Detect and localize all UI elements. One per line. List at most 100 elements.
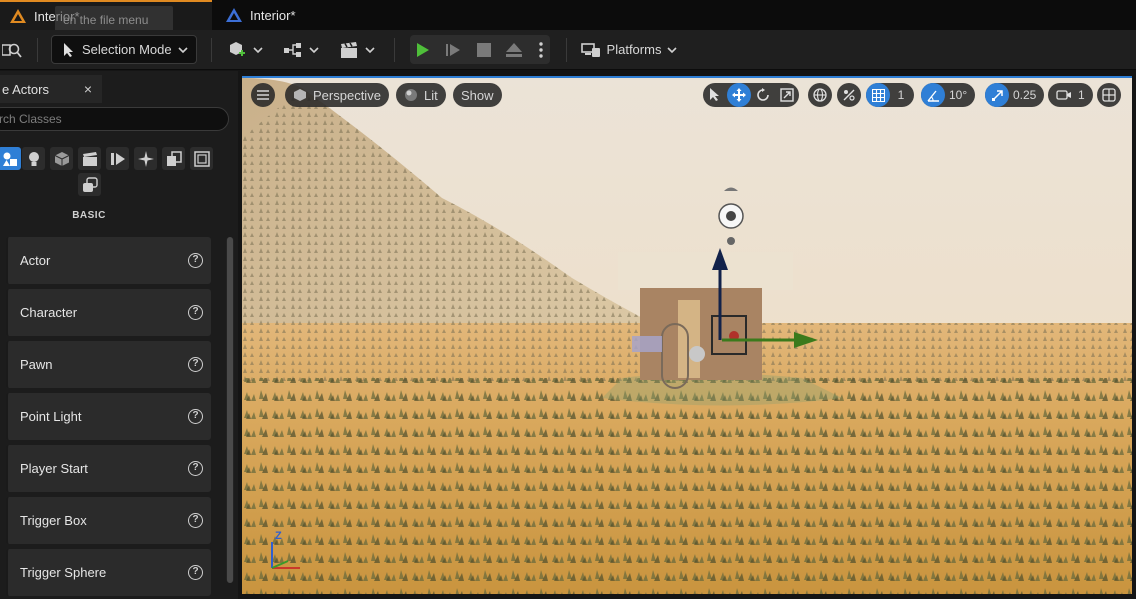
cursor-icon: [710, 88, 719, 101]
help-icon[interactable]: ?: [188, 357, 203, 372]
play-controls: [410, 35, 550, 64]
view-mode-button[interactable]: Lit: [396, 83, 446, 107]
blueprint-icon: [284, 42, 301, 57]
play-icon: [417, 42, 430, 57]
layout-button[interactable]: [1097, 83, 1121, 107]
platforms-icon: [580, 42, 600, 57]
help-icon[interactable]: ?: [188, 565, 203, 580]
advance-frame-button[interactable]: [441, 42, 466, 58]
move-icon: [732, 88, 746, 102]
actor-item-player-start[interactable]: Player Start ?: [6, 445, 211, 492]
stop-button[interactable]: [471, 42, 496, 57]
main-toolbar: Selection Mode Platforms: [0, 30, 1136, 70]
category-heading: BASIC: [72, 210, 106, 221]
rotation-snap-group: 10°: [921, 83, 976, 107]
camera-icon: [1056, 90, 1071, 100]
globe-icon: [813, 88, 827, 102]
viewport-menu-button[interactable]: [251, 83, 275, 107]
shapes-icon: [2, 152, 17, 166]
chevron-down-icon: [178, 46, 188, 53]
category-shapes-button[interactable]: [50, 147, 73, 170]
level-icon: [10, 9, 26, 23]
blueprint-button[interactable]: [280, 35, 322, 64]
lit-sphere-icon: [405, 89, 417, 101]
selection-mode-icon: [64, 42, 73, 57]
chevron-down-icon: [365, 46, 375, 53]
surface-snapping-button[interactable]: [837, 83, 861, 107]
rotation-snap-toggle[interactable]: [921, 83, 945, 107]
category-recent-button[interactable]: [78, 173, 101, 196]
coordinate-system-button[interactable]: [808, 83, 832, 107]
clapperboard-icon: [341, 41, 357, 58]
level-tab-label: Interior*: [250, 7, 296, 23]
category-visual-effects-button[interactable]: [106, 147, 129, 170]
add-actor-button[interactable]: [224, 35, 266, 64]
transform-tools: [703, 83, 799, 107]
actor-item-actor[interactable]: Actor ?: [6, 237, 211, 284]
category-cinematic-button[interactable]: [78, 147, 101, 170]
scale-snap-value[interactable]: 0.25: [1009, 83, 1044, 107]
help-icon[interactable]: ?: [188, 409, 203, 424]
actor-item-trigger-box[interactable]: Trigger Box ?: [6, 497, 211, 544]
perspective-label: Perspective: [313, 87, 381, 103]
selection-mode-dropdown[interactable]: Selection Mode: [51, 35, 197, 64]
level-viewport[interactable]: Perspective Lit Show 1 10° 0.25 1 Z: [242, 76, 1132, 594]
level-tab-secondary[interactable]: Interior*: [216, 0, 416, 30]
actor-item-pawn[interactable]: Pawn ?: [6, 341, 211, 388]
scale-snap-group: 0.25: [985, 83, 1045, 107]
actor-item-point-light[interactable]: Point Light ?: [6, 393, 211, 440]
actor-item-label: Character: [20, 305, 78, 320]
rotation-snap-value[interactable]: 10°: [945, 83, 975, 107]
close-icon[interactable]: ×: [84, 81, 92, 97]
camera-speed-button[interactable]: 1: [1048, 83, 1093, 107]
help-icon[interactable]: ?: [188, 461, 203, 476]
scale-snap-toggle[interactable]: [985, 83, 1009, 107]
eject-button[interactable]: [502, 42, 527, 58]
grid-icon: [871, 88, 885, 102]
perspective-button[interactable]: Perspective: [285, 83, 389, 107]
separator: [211, 38, 212, 62]
help-icon[interactable]: ?: [188, 513, 203, 528]
browse-icon: [2, 43, 22, 58]
actor-item-label: Trigger Box: [20, 513, 87, 528]
chevron-down-icon: [309, 46, 319, 53]
scrollbar-thumb[interactable]: [227, 237, 233, 583]
actor-item-label: Point Light: [20, 409, 82, 424]
chevron-down-icon: [253, 46, 263, 53]
grid-snap-value[interactable]: 1: [890, 83, 914, 107]
rotate-tool[interactable]: [751, 83, 775, 107]
select-tool[interactable]: [703, 83, 727, 107]
grid-snap-toggle[interactable]: [866, 83, 890, 107]
light-bulb-icon: [28, 151, 39, 166]
actor-item-trigger-sphere[interactable]: Trigger Sphere ?: [6, 549, 211, 596]
search-classes-input[interactable]: rch Classes: [0, 107, 229, 131]
translate-tool[interactable]: [727, 83, 751, 107]
show-button[interactable]: Show: [453, 83, 502, 107]
scale-icon: [780, 88, 794, 102]
category-panel-button[interactable]: [190, 147, 213, 170]
play-button[interactable]: [410, 42, 435, 58]
category-volumes-button[interactable]: [134, 147, 157, 170]
help-icon[interactable]: ?: [188, 305, 203, 320]
scale-tool[interactable]: [775, 83, 799, 107]
sparkle-icon: [137, 150, 154, 167]
cinematics-button[interactable]: [336, 35, 378, 64]
level-icon: [226, 8, 242, 22]
place-actors-tab[interactable]: e Actors ×: [0, 75, 102, 103]
eject-icon: [506, 42, 523, 57]
category-lights-button[interactable]: [22, 147, 45, 170]
surface-snap-icon: [843, 89, 855, 101]
chevron-down-icon: [667, 46, 678, 53]
step-forward-icon: [445, 43, 460, 56]
angle-icon: [926, 90, 939, 102]
category-basic-button[interactable]: [0, 147, 21, 170]
camera-speed-value: 1: [1078, 88, 1085, 102]
stack-icon: [166, 150, 182, 166]
play-options-button[interactable]: [532, 41, 550, 58]
help-icon[interactable]: ?: [188, 253, 203, 268]
actor-item-character[interactable]: Character ?: [6, 289, 211, 336]
hamburger-icon: [257, 90, 269, 100]
content-browser-button[interactable]: [0, 35, 24, 64]
category-all-classes-button[interactable]: [162, 147, 185, 170]
platforms-dropdown[interactable]: Platforms: [580, 35, 678, 64]
